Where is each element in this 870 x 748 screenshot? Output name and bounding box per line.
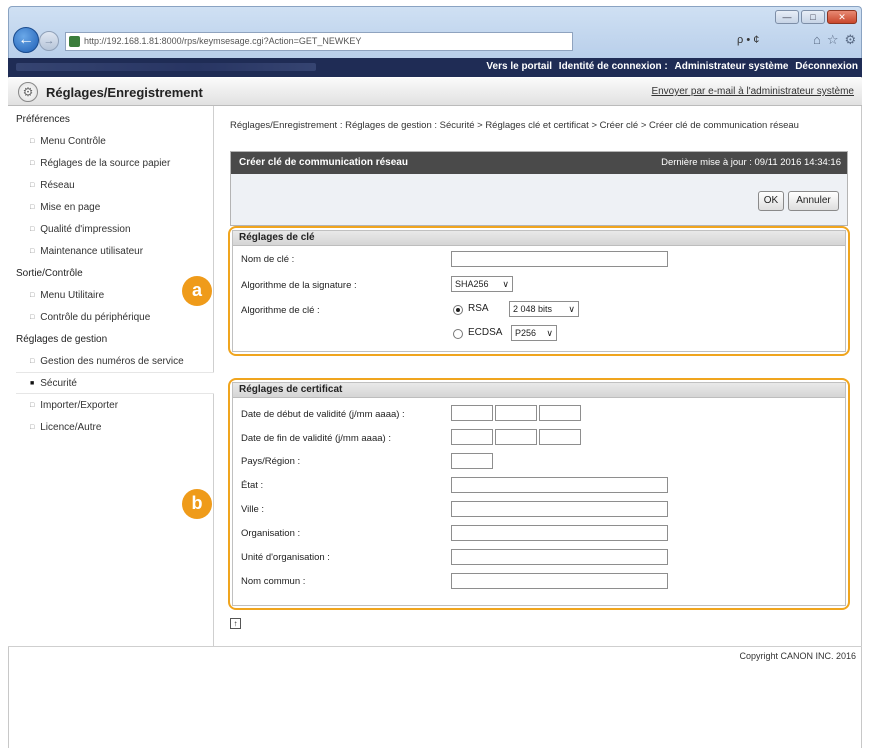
key-settings-heading: Réglages de clé: [233, 231, 845, 246]
search-refresh-controls[interactable]: ρ • ¢: [737, 34, 759, 46]
logout-link[interactable]: Déconnexion: [795, 61, 858, 72]
address-bar[interactable]: http://192.168.1.81:8000/rps/keymsesage.…: [65, 32, 573, 51]
sidebar-item-service-numbers[interactable]: Gestion des numéros de service: [30, 356, 183, 367]
window-controls: — □ ✕: [775, 10, 857, 24]
page-top-icon[interactable]: ↑: [230, 618, 241, 629]
country-input[interactable]: [451, 453, 493, 469]
key-name-label: Nom de clé :: [241, 254, 295, 265]
last-update: Dernière mise à jour : 09/11 2016 14:34:…: [661, 157, 841, 168]
admin-name: Administrateur système: [674, 61, 789, 72]
end-date-label: Date de fin de validité (j/mm aaaa) :: [241, 433, 391, 444]
copyright: Copyright CANON INC. 2016: [739, 651, 856, 661]
page-title: Réglages/Enregistrement: [46, 85, 203, 100]
device-name-blurred: [16, 63, 316, 71]
certificate-settings-inner: Réglages de certificat Date de début de …: [232, 382, 846, 606]
main-content: Réglages/Enregistrement : Réglages de ge…: [214, 106, 862, 646]
state-input[interactable]: [451, 477, 668, 493]
common-name-input[interactable]: [451, 573, 668, 589]
state-label: État :: [241, 480, 264, 491]
organization-label: Organisation :: [241, 528, 301, 539]
org-unit-label: Unité d'organisation :: [241, 552, 330, 563]
back-arrow-icon[interactable]: ←: [13, 27, 39, 53]
page-header-bar: Vers le portail Identité de connexion : …: [8, 58, 862, 77]
signature-algorithm-value: SHA256: [455, 279, 489, 289]
city-input[interactable]: [451, 501, 668, 517]
start-date-label: Date de début de validité (j/mm aaaa) :: [241, 409, 405, 420]
end-day-input[interactable]: [451, 429, 493, 445]
minimize-button[interactable]: —: [775, 10, 799, 24]
card-title: Créer clé de communication réseau: [239, 157, 408, 168]
sidebar-item-layout[interactable]: Mise en page: [30, 202, 100, 213]
site-icon: [69, 36, 80, 47]
sidebar-item-print-quality[interactable]: Qualité d'impression: [30, 224, 130, 235]
start-day-input[interactable]: [451, 405, 493, 421]
maximize-button[interactable]: □: [801, 10, 825, 24]
gear-icon[interactable]: ⚙: [845, 32, 857, 48]
card-actions: OK Annuler: [231, 174, 847, 225]
sidebar-item-network[interactable]: Réseau: [30, 180, 74, 191]
footer-divider: [8, 646, 862, 647]
sidebar-section-preferences[interactable]: Préférences: [16, 114, 70, 125]
ok-button[interactable]: OK: [758, 191, 784, 211]
key-algorithm-label: Algorithme de clé :: [241, 305, 320, 316]
sidebar: Préférences Menu Contrôle Réglages de la…: [8, 106, 214, 646]
sidebar-item-device-control[interactable]: Contrôle du périphérique: [30, 312, 150, 323]
chevron-down-icon: ∨: [502, 279, 509, 289]
ecdsa-curve-select[interactable]: P256 ∨: [511, 325, 557, 341]
start-month-input[interactable]: [495, 405, 537, 421]
sidebar-item-paper-source[interactable]: Réglages de la source papier: [30, 158, 170, 169]
settings-gear-icon: ⚙: [18, 82, 38, 102]
sidebar-section-output[interactable]: Sortie/Contrôle: [16, 268, 83, 279]
forward-arrow-icon[interactable]: →: [39, 31, 59, 51]
cancel-button[interactable]: Annuler: [788, 191, 839, 211]
end-year-input[interactable]: [539, 429, 581, 445]
ecdsa-radio[interactable]: [453, 329, 463, 339]
sidebar-item-user-maintenance[interactable]: Maintenance utilisateur: [30, 246, 143, 257]
org-unit-input[interactable]: [451, 549, 668, 565]
callout-badge-a: a: [182, 276, 212, 306]
certificate-settings-heading: Réglages de certificat: [233, 383, 845, 398]
url-text: http://192.168.1.81:8000/rps/keymsesage.…: [84, 36, 362, 46]
callout-badge-b: b: [182, 489, 212, 519]
create-key-card: Créer clé de communication réseau Derniè…: [230, 151, 848, 226]
portal-link[interactable]: Vers le portail: [486, 61, 552, 72]
breadcrumb: Réglages/Enregistrement : Réglages de ge…: [230, 120, 799, 131]
star-icon[interactable]: ☆: [827, 32, 839, 48]
toolbar-icons: ⌂ ☆ ⚙: [813, 32, 856, 48]
end-month-input[interactable]: [495, 429, 537, 445]
mail-admin-link[interactable]: Envoyer par e-mail à l'administrateur sy…: [651, 86, 854, 97]
country-label: Pays/Région :: [241, 456, 301, 467]
sidebar-item-license[interactable]: Licence/Autre: [30, 422, 101, 433]
certificate-settings-panel: Réglages de certificat Date de début de …: [228, 378, 850, 610]
city-label: Ville :: [241, 504, 265, 515]
sidebar-item-utility-menu[interactable]: Menu Utilitaire: [30, 290, 104, 301]
organization-input[interactable]: [451, 525, 668, 541]
start-year-input[interactable]: [539, 405, 581, 421]
signature-algorithm-select[interactable]: SHA256 ∨: [451, 276, 513, 292]
rsa-label: RSA: [468, 303, 489, 314]
close-button[interactable]: ✕: [827, 10, 857, 24]
key-settings-inner: Réglages de clé Nom de clé : Algorithme …: [232, 230, 846, 352]
chevron-down-icon: ∨: [546, 328, 553, 338]
sidebar-section-management[interactable]: Réglages de gestion: [16, 334, 107, 345]
card-header: Créer clé de communication réseau Derniè…: [231, 152, 847, 174]
rsa-radio[interactable]: [453, 305, 463, 315]
rsa-bits-value: 2 048 bits: [513, 304, 553, 314]
chevron-down-icon: ∨: [568, 304, 575, 314]
signature-algorithm-label: Algorithme de la signature :: [241, 280, 357, 291]
key-settings-panel: Réglages de clé Nom de clé : Algorithme …: [228, 226, 850, 356]
sidebar-item-menu-controle[interactable]: Menu Contrôle: [30, 136, 106, 147]
sidebar-item-security[interactable]: Sécurité: [30, 378, 77, 389]
login-id-label: Identité de connexion :: [558, 61, 668, 72]
rsa-bits-select[interactable]: 2 048 bits ∨: [509, 301, 579, 317]
sidebar-item-import-export[interactable]: Importer/Exporter: [30, 400, 118, 411]
home-icon[interactable]: ⌂: [813, 32, 821, 48]
browser-chrome: — □ ✕ ← → http://192.168.1.81:8000/rps/k…: [8, 6, 862, 58]
ecdsa-label: ECDSA: [468, 327, 503, 338]
key-name-input[interactable]: [451, 251, 668, 267]
common-name-label: Nom commun :: [241, 576, 306, 587]
ecdsa-curve-value: P256: [515, 328, 537, 338]
settings-title-bar: ⚙ Réglages/Enregistrement Envoyer par e-…: [8, 78, 862, 106]
